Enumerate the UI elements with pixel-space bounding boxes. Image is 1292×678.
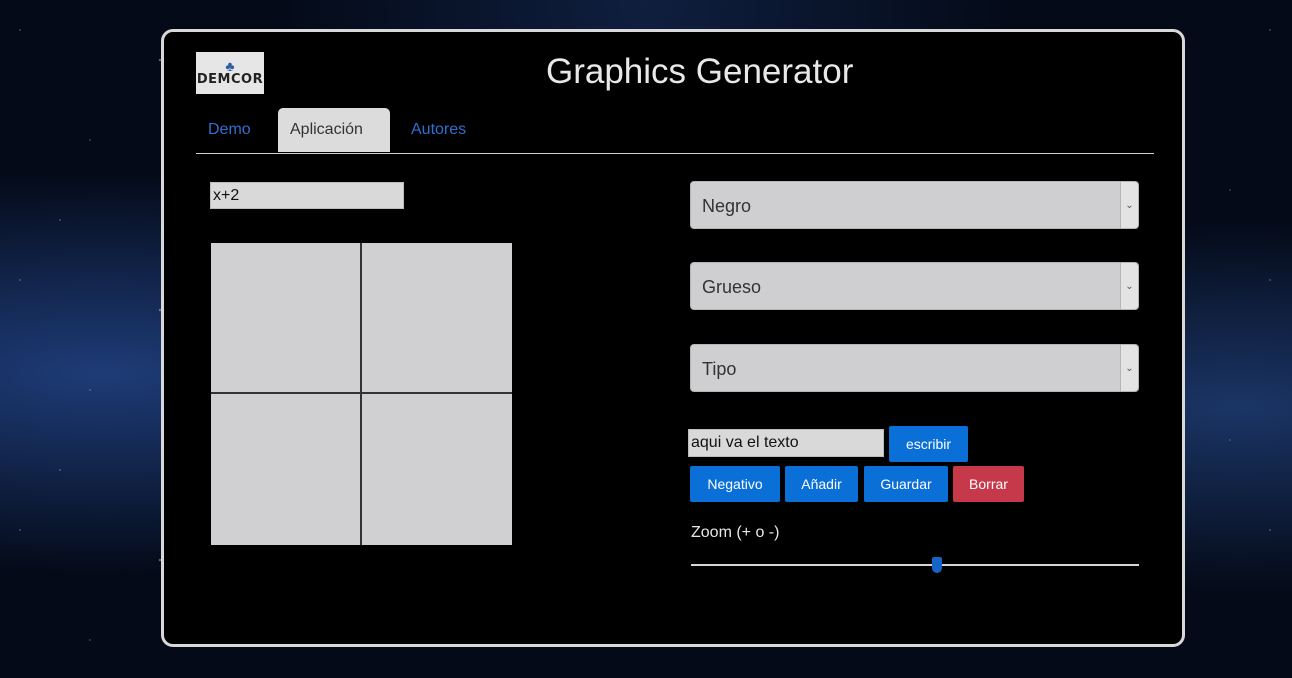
x-axis (211, 392, 512, 394)
color-select[interactable]: Negro ⌄ (690, 181, 1139, 229)
function-input[interactable] (210, 182, 404, 209)
type-select[interactable]: Tipo ⌄ (690, 344, 1139, 392)
save-button[interactable]: Guardar (864, 466, 948, 502)
page-title: Graphics Generator (546, 52, 854, 91)
tab-autores[interactable]: Autores (399, 108, 478, 152)
graph-canvas[interactable] (211, 243, 512, 545)
chevron-down-icon: ⌄ (1120, 345, 1138, 391)
write-button[interactable]: escribir (889, 426, 968, 462)
chevron-down-icon: ⌄ (1120, 182, 1138, 228)
y-axis (360, 243, 362, 545)
zoom-slider-thumb[interactable] (932, 557, 943, 573)
tab-aplicacion[interactable]: Aplicación (278, 108, 390, 152)
logo-text: DEMCOR (196, 72, 264, 87)
tree-icon: ♣ (225, 58, 235, 74)
thickness-select[interactable]: Grueso ⌄ (690, 262, 1139, 310)
logo: ♣ DEMCOR (196, 52, 264, 94)
thickness-select-value: Grueso (702, 277, 762, 297)
clear-button[interactable]: Borrar (953, 466, 1024, 502)
zoom-label: Zoom (+ o -) (691, 524, 780, 541)
type-select-value: Tipo (702, 359, 737, 379)
color-select-value: Negro (702, 196, 752, 216)
negative-button[interactable]: Negativo (690, 466, 780, 502)
zoom-slider-track[interactable] (691, 564, 1139, 566)
text-input[interactable] (688, 429, 884, 457)
tab-bar: Demo Aplicación Autores (196, 108, 1154, 154)
tab-demo[interactable]: Demo (196, 108, 263, 152)
chevron-down-icon: ⌄ (1120, 263, 1138, 309)
add-button[interactable]: Añadir (785, 466, 858, 502)
